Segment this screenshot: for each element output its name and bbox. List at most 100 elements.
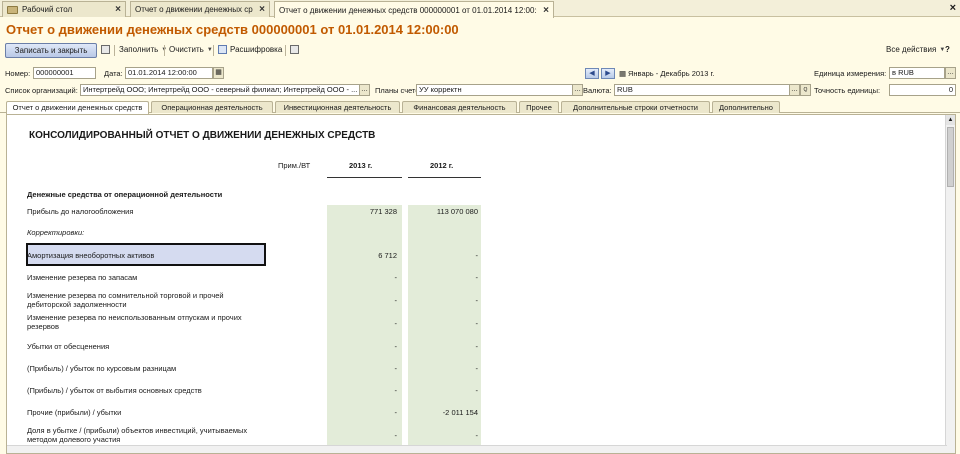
tab-cashflow-document[interactable]: Отчет о движении денежных средств 000000… — [274, 1, 554, 18]
content-tab-bar: Отчет о движении денежных средств Операц… — [0, 101, 960, 114]
scroll-up-icon[interactable]: ▲ — [946, 115, 955, 125]
section-heading: Денежные средства от операционной деятел… — [27, 190, 223, 199]
tab-financing[interactable]: Финансовая деятельность — [402, 101, 517, 113]
row-label: Амортизация внеоборотных активов — [27, 251, 155, 260]
save-close-button[interactable]: Записать и закрыть — [5, 43, 97, 58]
value-2012: - — [475, 251, 479, 260]
precision-label: Точность единицы: — [814, 86, 881, 95]
value-2013: - — [394, 296, 398, 305]
period-text: Январь - Декабрь 2013 г. — [628, 69, 715, 78]
report-title: КОНСОЛИДИРОВАННЫЙ ОТЧЕТ О ДВИЖЕНИИ ДЕНЕЖ… — [29, 130, 376, 141]
date-label: Дата: — [104, 69, 123, 78]
command-bar: Записать и закрыть Заполнить▼ Очистить▼ … — [0, 43, 960, 59]
currency-select-button[interactable]: … — [789, 84, 800, 96]
all-actions-label: Все действия — [886, 45, 937, 54]
vertical-scrollbar[interactable]: ▲ — [945, 115, 955, 453]
help-button[interactable]: ? — [945, 45, 950, 54]
tab-additional-lines[interactable]: Дополнительные строки отчетности — [561, 101, 710, 113]
row-label: Прочие (прибыли) / убытки — [27, 408, 122, 417]
orgs-label: Список организаций: — [5, 86, 78, 95]
close-all-icon[interactable]: × — [950, 2, 956, 14]
breakdown-button[interactable]: Расшифровка — [218, 45, 282, 54]
value-2013: - — [394, 342, 398, 351]
row-label: Прибыль до налогообложения — [27, 207, 134, 216]
value-2012: - — [475, 296, 479, 305]
currency-search-icon[interactable]: Q — [800, 84, 811, 96]
value-2012: 113 070 080 — [436, 207, 478, 216]
row-label: Доля в убытке / (прибыли) объектов инвес… — [27, 426, 248, 444]
tab-operating[interactable]: Операционная деятельность — [151, 101, 273, 113]
value-2012: - — [475, 342, 479, 351]
tab-label: Отчет о движении денежных средств 000000… — [279, 5, 538, 15]
print-icon[interactable] — [290, 45, 299, 54]
value-2012: - — [475, 364, 479, 373]
value-2012: - — [475, 431, 479, 440]
report-sheet[interactable]: КОНСОЛИДИРОВАННЫЙ ОТЧЕТ О ДВИЖЕНИИ ДЕНЕЖ… — [6, 114, 956, 454]
value-2013: - — [394, 408, 398, 417]
row-label: Изменение резерва по запасам — [27, 273, 138, 282]
all-actions-menu[interactable]: Все действия ▼ — [886, 45, 945, 54]
header-underline — [327, 177, 402, 178]
row-label: (Прибыль) / убыток по курсовым разницам — [27, 364, 177, 373]
fill-button[interactable]: Заполнить▼ — [119, 45, 167, 54]
value-2012: - — [475, 319, 479, 328]
divider — [213, 45, 214, 56]
save-icon[interactable] — [101, 45, 110, 54]
tab-additional[interactable]: Дополнительно — [712, 101, 780, 113]
row-label: Корректировки: — [27, 228, 85, 237]
value-2013: - — [394, 319, 398, 328]
currency-field[interactable]: RUB — [614, 84, 790, 96]
chart-of-accounts-field[interactable]: УУ корректн — [416, 84, 573, 96]
clear-label: Очистить — [169, 45, 204, 54]
period-calendar-icon[interactable]: ▦ — [619, 69, 626, 78]
window-tab-bar: Рабочий стол × Отчет о движении денежных… — [0, 0, 960, 18]
close-icon[interactable]: × — [259, 4, 265, 15]
divider — [114, 45, 115, 56]
column-header-note: Прим./ВТ — [278, 161, 311, 170]
precision-field[interactable]: 0 — [889, 84, 956, 96]
scroll-thumb[interactable] — [947, 127, 954, 187]
calendar-icon[interactable]: ▦ — [213, 67, 224, 79]
unit-label: Единица измерения: — [814, 69, 887, 78]
breakdown-icon — [218, 45, 227, 54]
orgs-field[interactable]: Интертрейд ООО; Интертрейд ООО - северны… — [80, 84, 360, 96]
tab-other[interactable]: Прочее — [519, 101, 559, 113]
row-label: Изменение резерва по неиспользованным от… — [27, 313, 242, 331]
desktop-icon — [7, 5, 18, 14]
value-2012: -2 011 154 — [442, 408, 478, 417]
value-2013: 771 328 — [369, 207, 397, 216]
unit-select-button[interactable]: … — [945, 67, 956, 79]
period-next-button[interactable]: ▶ — [601, 68, 615, 79]
breakdown-label: Расшифровка — [230, 45, 283, 54]
close-icon[interactable]: × — [115, 4, 121, 15]
date-field[interactable]: 01.01.2014 12:00:00 — [125, 67, 213, 79]
value-2013: - — [394, 364, 398, 373]
value-2012: - — [475, 386, 479, 395]
tab-desktop[interactable]: Рабочий стол × — [2, 1, 126, 17]
number-label: Номер: — [5, 69, 31, 78]
number-field[interactable]: 000000001 — [33, 67, 96, 79]
header-underline — [408, 177, 481, 178]
divider — [285, 45, 286, 56]
value-2013: 6 712 — [378, 251, 397, 260]
fill-label: Заполнить — [119, 45, 159, 54]
tab-cashflow-report[interactable]: Отчет о движении денежных средств — [6, 101, 149, 114]
value-2013: - — [394, 273, 398, 282]
tab-investing[interactable]: Инвестиционная деятельность — [275, 101, 400, 113]
row-label: Изменение резерва по сомнительной торгов… — [27, 291, 224, 309]
orgs-select-button[interactable]: … — [359, 84, 370, 96]
chevron-down-icon: ▼ — [206, 46, 213, 53]
value-2013: - — [394, 386, 398, 395]
value-2013: - — [394, 431, 398, 440]
tab-cashflow-list[interactable]: Отчет о движении денежных средств × — [130, 1, 270, 17]
clear-button[interactable]: Очистить ▼ — [169, 45, 213, 54]
close-icon[interactable]: × — [543, 5, 549, 16]
tab-label: Рабочий стол — [22, 5, 73, 14]
horizontal-scrollbar[interactable] — [7, 445, 947, 453]
period-prev-button[interactable]: ◀ — [585, 68, 599, 79]
column-header-2012: 2012 г. — [430, 161, 454, 170]
chart-select-button[interactable]: … — [572, 84, 583, 96]
value-2012: - — [475, 273, 479, 282]
unit-field[interactable]: в RUB — [889, 67, 945, 79]
page-title: Отчет о движении денежных средств 000000… — [6, 22, 459, 37]
